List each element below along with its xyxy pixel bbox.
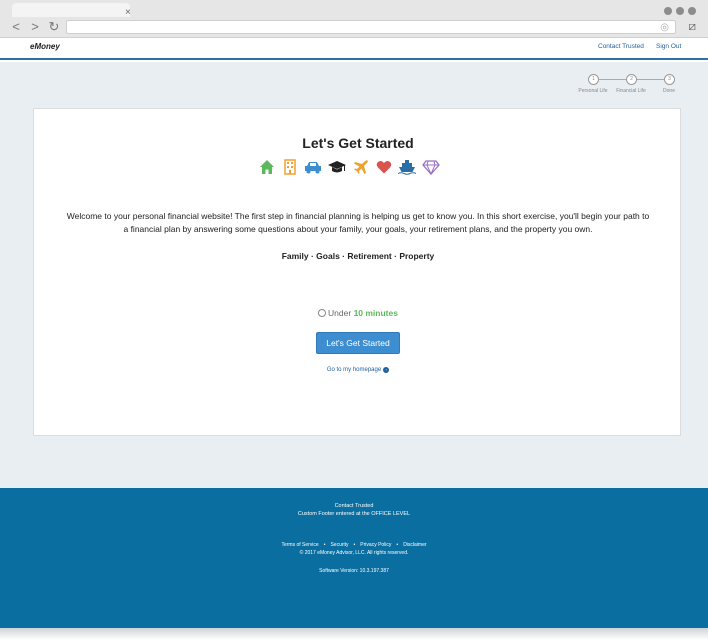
emoney-logo: eMoney [30,42,60,51]
main-content: 1 2 3 Personal Life Financial Life Done … [0,62,708,488]
terms-of-service-link[interactable]: Terms of Service [281,542,318,548]
disclaimer-link[interactable]: Disclaimer [403,542,426,548]
back-button[interactable]: < [8,19,24,34]
browser-window: × < > ↻ ◎ ⧄ eMoney Contact Trusted Sign … [0,0,708,640]
reload-button[interactable]: ↻ [46,19,62,34]
page-title: Let's Get Started [302,135,414,151]
step-3-label: Done [663,88,675,94]
window-dot-icon[interactable] [676,7,684,15]
footer-contact: Contact Trusted [334,503,374,509]
diamond-icon [422,159,440,177]
clock-icon [318,309,327,317]
car-icon [304,159,322,177]
footer-custom-text: Custom Footer entered at the OFFICE LEVE… [297,511,411,517]
step-connector [599,79,626,80]
tab-close-icon[interactable]: × [125,6,131,20]
duration-estimate: Under 10 minutes [34,308,682,318]
step-1-label: Personal Life [578,88,608,94]
footer-links: Terms of Service • Security • Privacy Policy… [0,542,708,548]
contact-trusted-link[interactable]: Contact Trusted [598,43,644,50]
window-dot-icon[interactable] [688,7,696,15]
arrow-circle-right-icon: › [383,367,390,373]
building-icon [281,159,299,177]
footer-separator: • [353,542,356,548]
footer: Contact Trusted Custom Footer entered at… [0,488,708,628]
app-header: eMoney Contact Trusted Sign Out [0,38,708,60]
forward-button[interactable]: > [27,19,43,34]
get-started-card: Let's Get Started Welcome to your person… [33,108,681,436]
home-icon [258,159,276,177]
graduation-cap-icon [328,159,346,177]
heart-icon [375,159,393,177]
homepage-link-label[interactable]: Go to my homepage [327,367,381,373]
sign-out-link[interactable]: Sign Out [656,43,681,50]
step-3-circle: 3 [664,74,675,85]
topic-icons [258,159,458,177]
software-version: Software Version: 10.3.197.387 [319,568,389,574]
step-1-circle: 1 [588,74,599,85]
window-shadow [0,628,708,640]
progress-stepper: 1 2 3 Personal Life Financial Life Done [574,74,694,104]
privacy-policy-link[interactable]: Privacy Policy [360,542,391,548]
footer-separator: • [396,542,399,548]
lets-get-started-button[interactable]: Let's Get Started [316,332,400,354]
globe-icon: ◎ [660,22,669,33]
step-2-label: Financial Life [616,88,646,94]
browser-chrome: × < > ↻ ◎ ⧄ [0,0,708,38]
duration-value: 10 minutes [353,308,398,318]
footer-separator: • [323,542,326,548]
ship-icon [397,159,417,177]
window-controls [660,2,696,20]
topics-list: Family · Goals · Retirement · Property [281,251,435,261]
plane-icon [352,159,370,177]
go-to-homepage-link[interactable]: Go to my homepage › [34,367,682,373]
duration-prefix: Under [328,308,352,318]
intro-text: Welcome to your personal financial websi… [66,211,650,234]
window-dot-icon[interactable] [664,7,672,15]
step-connector [637,79,664,80]
url-bar[interactable]: ◎ [66,20,676,34]
footer-copyright: © 2017 eMoney Advisor, LLC. All rights r… [299,550,409,556]
extension-icon[interactable]: ⧄ [688,19,696,34]
security-link[interactable]: Security [330,542,348,548]
step-2-circle: 2 [626,74,637,85]
browser-tab[interactable]: × [12,3,131,20]
